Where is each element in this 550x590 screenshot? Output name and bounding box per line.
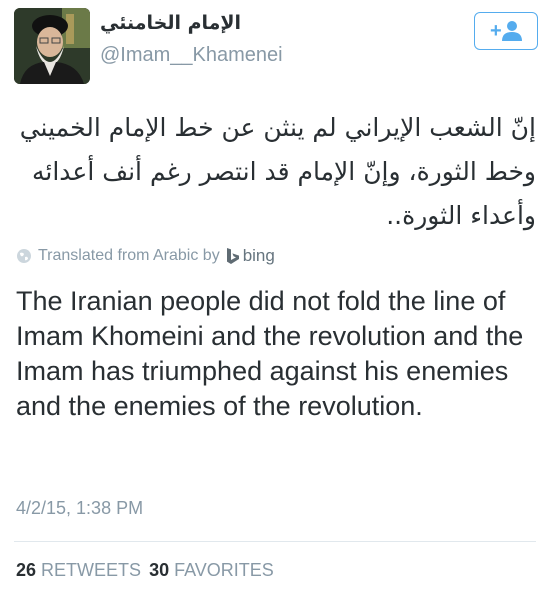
bing-logo[interactable]: bing <box>226 246 275 266</box>
bing-label: bing <box>242 246 275 265</box>
translation-attribution: Translated from Arabic by bing <box>16 246 275 266</box>
follow-button[interactable]: + <box>474 12 538 50</box>
tweet-text-translated: The Iranian people did not fold the line… <box>16 286 524 421</box>
favorites-stat[interactable]: 30 FAVORITES <box>149 560 274 580</box>
divider <box>14 541 536 542</box>
avatar-image <box>14 8 90 84</box>
add-user-icon: + <box>490 20 522 42</box>
display-name[interactable]: الإمام الخامنئي <box>100 12 241 34</box>
tweet-timestamp[interactable]: 4/2/15, 1:38 PM <box>16 498 143 519</box>
retweets-stat[interactable]: 26 RETWEETS <box>16 560 141 580</box>
retweets-label: RETWEETS <box>41 560 142 580</box>
favorites-label: FAVORITES <box>174 560 274 580</box>
tweet-text-arabic: إنّ الشعب الإيراني لم ينثن عن خط الإمام … <box>19 113 536 230</box>
user-handle[interactable]: @Imam__Khamenei <box>100 44 283 67</box>
globe-icon <box>17 249 31 263</box>
retweets-count: 26 <box>16 560 37 580</box>
avatar[interactable] <box>14 8 90 84</box>
bing-icon <box>226 248 239 264</box>
translated-label: Translated from Arabic by <box>38 247 220 264</box>
svg-text:+: + <box>490 20 502 42</box>
tweet-stats: 26 RETWEETS 30 FAVORITES <box>16 560 274 581</box>
favorites-count: 30 <box>149 560 170 580</box>
